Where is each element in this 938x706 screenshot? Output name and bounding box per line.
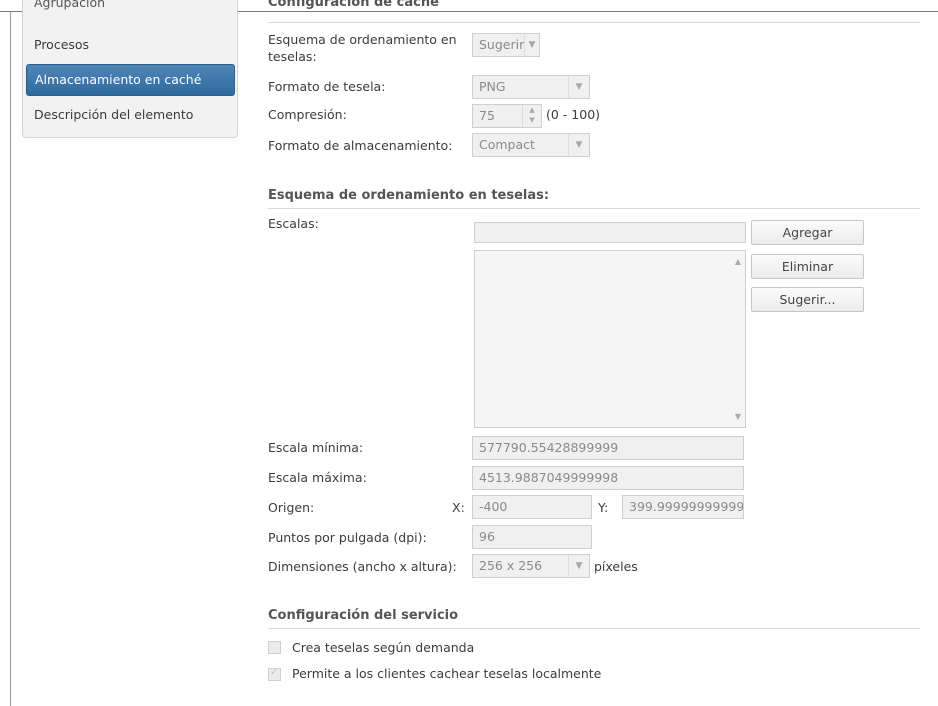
tile-format-label: Formato de tesela: [268, 79, 386, 94]
scales-list[interactable]: ▲ ▼ [474, 250, 746, 428]
origin-y-label: Y: [598, 500, 609, 515]
scroll-up-icon[interactable]: ▲ [735, 257, 741, 266]
chevron-down-icon: ▼ [568, 555, 589, 577]
suggest-scales-button[interactable]: Sugerir... [751, 287, 864, 312]
section-title-service: Configuración del servicio [268, 608, 459, 623]
tile-format-select[interactable]: PNG ▼ [472, 75, 590, 99]
max-scale-label: Escala máxima: [268, 470, 367, 485]
sidebar: Agrupación Procesos Almacenamiento en ca… [22, 0, 238, 138]
compression-range-hint: (0 - 100) [546, 107, 601, 122]
window-left-border [10, 11, 11, 706]
client-cache-label: Permite a los clientes cachear teselas l… [292, 666, 602, 681]
on-demand-label: Crea teselas según demanda [292, 640, 475, 655]
chevron-down-icon: ▼ [568, 76, 589, 98]
sidebar-item-descripcion[interactable]: Descripción del elemento [23, 98, 237, 132]
section-divider [268, 208, 920, 209]
sidebar-item-agrupacion[interactable]: Agrupación [23, 0, 237, 10]
scales-label: Escalas: [268, 216, 319, 231]
compression-label: Compresión: [268, 107, 347, 122]
add-scale-button[interactable]: Agregar [751, 220, 864, 245]
max-scale-input[interactable]: 4513.9887049999998 [472, 466, 744, 490]
chevron-down-icon: ▼ [524, 34, 539, 56]
section-divider [268, 22, 920, 23]
storage-format-label: Formato de almacenamiento: [268, 138, 453, 153]
sidebar-item-procesos[interactable]: Procesos [23, 28, 237, 62]
origin-x-label: X: [452, 500, 465, 515]
scales-input[interactable] [474, 222, 746, 243]
on-demand-checkbox[interactable] [268, 641, 281, 654]
section-title-tiling: Esquema de ordenamiento en teselas: [268, 188, 550, 203]
origin-y-input[interactable]: 399.999999999999 [622, 495, 744, 519]
min-scale-input[interactable]: 577790.55428899999 [472, 436, 744, 460]
sidebar-item-almacenamiento[interactable]: Almacenamiento en caché [26, 64, 235, 96]
dimensions-select[interactable]: 256 x 256 ▼ [472, 554, 590, 578]
storage-format-select[interactable]: Compact ▼ [472, 133, 590, 157]
origin-x-input[interactable]: -400 [472, 495, 592, 519]
scroll-down-icon[interactable]: ▼ [735, 412, 741, 421]
tiling-scheme-label: Esquema de ordenamiento en teselas: [268, 32, 457, 64]
dimensions-unit: píxeles [594, 559, 638, 574]
min-scale-label: Escala mínima: [268, 440, 364, 455]
dpi-label: Puntos por pulgada (dpi): [268, 530, 427, 545]
origin-label: Origen: [268, 500, 315, 515]
spinner-arrows-icon[interactable]: ▲ ▼ [522, 105, 541, 127]
dpi-input[interactable]: 96 [472, 525, 592, 549]
dimensions-label: Dimensiones (ancho x altura): [268, 559, 457, 574]
compression-spinner[interactable]: 75 ▲ ▼ [472, 104, 542, 128]
client-cache-checkbox[interactable]: ✓ [268, 667, 281, 681]
chevron-down-icon: ▼ [568, 134, 589, 156]
remove-scale-button[interactable]: Eliminar [751, 254, 864, 279]
checkmark-icon: ✓ [270, 667, 279, 678]
tiling-scheme-select[interactable]: Sugerir ▼ [472, 33, 540, 57]
section-divider [268, 628, 920, 629]
section-title-cache: Configuración de caché [268, 0, 439, 10]
